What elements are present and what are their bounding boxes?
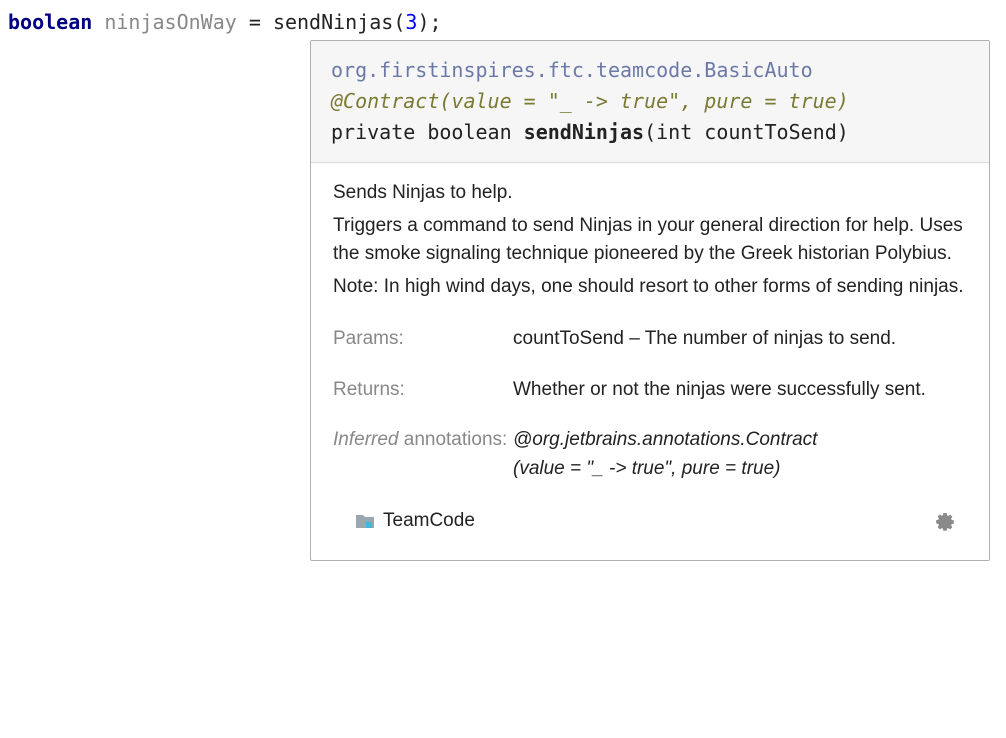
returns-row: Returns: Whether or not the ninjas were … — [333, 376, 967, 427]
sig-prefix: private boolean — [331, 120, 524, 144]
description-line-1: Sends Ninjas to help. — [333, 179, 967, 208]
doc-header: org.firstinspires.ftc.teamcode.BasicAuto… — [311, 41, 989, 163]
sig-method-name: sendNinjas — [524, 120, 644, 144]
description-line-3: Note: In high wind days, one should reso… — [333, 273, 967, 302]
description-line-2: Triggers a command to send Ninjas in you… — [333, 212, 967, 269]
paren-open: ( — [393, 10, 405, 34]
quick-doc-popup: org.firstinspires.ftc.teamcode.BasicAuto… — [310, 40, 990, 561]
params-row: Params: countToSend – The number of ninj… — [333, 325, 967, 376]
paren-close-semi: ); — [417, 10, 441, 34]
inferred-value-line1: @org.jetbrains.annotations.Contract — [513, 426, 957, 455]
doc-body: Sends Ninjas to help. Triggers a command… — [311, 163, 989, 560]
inferred-annotations-row: Inferred annotations: @org.jetbrains.ann… — [333, 426, 967, 505]
inferred-label: Inferred annotations: — [333, 426, 513, 505]
doc-sections: Params: countToSend – The number of ninj… — [333, 325, 967, 505]
doc-footer: TeamCode — [333, 505, 967, 548]
package-path[interactable]: org.firstinspires.ftc.teamcode.BasicAuto — [331, 55, 969, 86]
method-signature: private boolean sendNinjas(int countToSe… — [331, 117, 969, 148]
keyword-boolean: boolean — [8, 10, 92, 34]
module-indicator[interactable]: TeamCode — [355, 507, 475, 536]
variable-name: ninjasOnWay — [92, 10, 249, 34]
inferred-value: @org.jetbrains.annotations.Contract (val… — [513, 426, 967, 505]
params-label: Params: — [333, 325, 513, 376]
returns-label: Returns: — [333, 376, 513, 427]
code-line[interactable]: boolean ninjasOnWay = sendNinjas(3); — [8, 8, 998, 44]
sig-suffix: (int countToSend) — [644, 120, 849, 144]
method-call: sendNinjas — [273, 10, 393, 34]
params-value: countToSend – The number of ninjas to se… — [513, 325, 967, 376]
equals-sign: = — [249, 10, 273, 34]
gear-icon[interactable] — [935, 511, 955, 531]
contract-annotation: @Contract(value = "_ -> true", pure = tr… — [331, 86, 969, 117]
doc-description: Sends Ninjas to help. Triggers a command… — [333, 179, 967, 301]
inferred-label-word2: annotations: — [404, 429, 508, 450]
inferred-value-line2: (value = "_ -> true", pure = true) — [513, 455, 957, 484]
module-name: TeamCode — [383, 507, 475, 536]
returns-value: Whether or not the ninjas were successfu… — [513, 376, 967, 427]
argument-literal: 3 — [405, 10, 417, 34]
inferred-label-word: Inferred — [333, 429, 398, 450]
folder-icon — [355, 513, 375, 529]
